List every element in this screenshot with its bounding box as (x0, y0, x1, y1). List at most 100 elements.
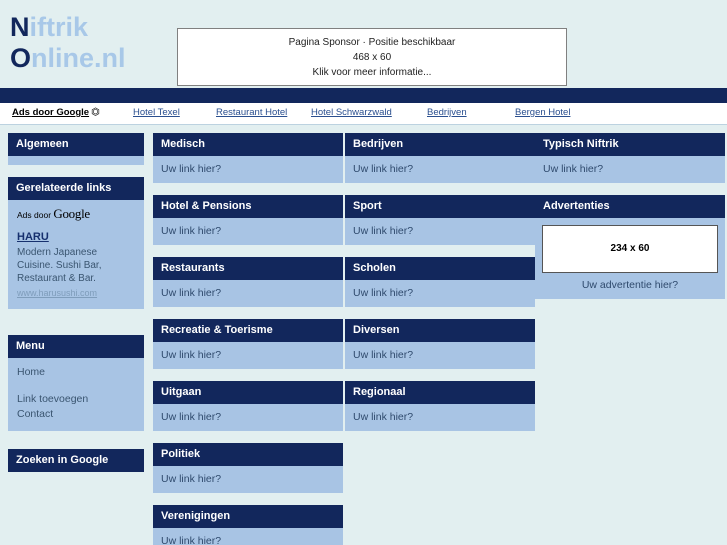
category-panel-sport: Sport Uw link hier? (345, 195, 535, 245)
sidebar-menu-title: Menu (8, 335, 144, 358)
sponsor-line-2: 468 x 60 (352, 51, 392, 63)
sidebar-panel-menu: Menu Home Link toevoegen Contact (8, 335, 144, 431)
menu-item-contact[interactable]: Contact (17, 407, 135, 422)
category-body: Uw link hier? (153, 280, 343, 307)
ad-caption[interactable]: Uw advertentie hier? (542, 273, 718, 292)
external-link-icon: ⏣ (91, 107, 100, 118)
category-title: Diversen (345, 319, 535, 342)
category-link-placeholder[interactable]: Uw link hier? (161, 225, 221, 237)
ad-link-hotel-schwarzwald[interactable]: Hotel Schwarzwald (311, 107, 392, 118)
category-panel-scholen: Scholen Uw link hier? (345, 257, 535, 307)
category-panel-politiek: Politiek Uw link hier? (153, 443, 343, 493)
category-body: Uw link hier? (153, 156, 343, 183)
menu-item-home[interactable]: Home (17, 365, 135, 380)
sidebar-algemeen-body (8, 156, 144, 165)
page-root: Niftrik Online.nl Pagina Sponsor · Posit… (0, 0, 727, 545)
category-panel-restaurants: Restaurants Uw link hier? (153, 257, 343, 307)
category-column-3: Typisch Niftrik Uw link hier? Advertenti… (535, 133, 725, 311)
category-title: Recreatie & Toerisme (153, 319, 343, 342)
google-wordmark: Google (53, 206, 90, 221)
category-body: Uw link hier? (345, 342, 535, 369)
category-panel-diversen: Diversen Uw link hier? (345, 319, 535, 369)
category-title: Uitgaan (153, 381, 343, 404)
category-panel-typisch-niftrik: Typisch Niftrik Uw link hier? (535, 133, 725, 183)
advertenties-body: 234 x 60 Uw advertentie hier? (535, 218, 725, 299)
google-ads-strip: Ads door Google ⏣ Hotel Texel Restaurant … (0, 103, 727, 125)
category-link-placeholder[interactable]: Uw link hier? (353, 287, 413, 299)
logo-line-1: Niftrik (10, 12, 126, 43)
sidebar-gerelateerde-body: Ads door Google HARU Modern Japanese Cui… (8, 200, 144, 309)
sidebar-panel-gerelateerde-links: Gerelateerde links Ads door Google HARU … (8, 177, 144, 309)
category-link-placeholder[interactable]: Uw link hier? (353, 225, 413, 237)
sidebar-ad-desc-line-3: Restaurant & Bar. (17, 273, 96, 284)
sidebar-ad-desc-line-1: Modern Japanese (17, 247, 98, 258)
category-panel-recreatie-toerisme: Recreatie & Toerisme Uw link hier? (153, 319, 343, 369)
ads-by-google-sidebar-label: Ads door Google (17, 206, 135, 221)
category-link-placeholder[interactable]: Uw link hier? (161, 535, 221, 545)
sidebar-algemeen-title: Algemeen (8, 133, 144, 156)
category-title: Politiek (153, 443, 343, 466)
category-link-placeholder[interactable]: Uw link hier? (353, 163, 413, 175)
category-body: Uw link hier? (153, 342, 343, 369)
ad-link-bergen-hotel[interactable]: Bergen Hotel (515, 107, 570, 118)
ad-link-bedrijven[interactable]: Bedrijven (427, 107, 467, 118)
category-link-placeholder[interactable]: Uw link hier? (161, 349, 221, 361)
category-column-1: Medisch Uw link hier? Hotel & Pensions U… (153, 133, 343, 545)
ad-link-hotel-texel[interactable]: Hotel Texel (133, 107, 180, 118)
logo-line-2: Online.nl (10, 43, 126, 74)
sidebar-menu-body: Home Link toevoegen Contact (8, 358, 144, 431)
category-title: Typisch Niftrik (535, 133, 725, 156)
sidebar: Algemeen Gerelateerde links Ads door Goo… (8, 133, 144, 484)
category-link-placeholder[interactable]: Uw link hier? (161, 287, 221, 299)
category-panel-uitgaan: Uitgaan Uw link hier? (153, 381, 343, 431)
sponsor-banner[interactable]: Pagina Sponsor · Positie beschikbaar 468… (177, 28, 567, 86)
ads-by-google-prefix: Ads door (17, 210, 54, 220)
category-body: Uw link hier? (345, 218, 535, 245)
category-body: Uw link hier? (153, 404, 343, 431)
ad-placeholder-234x60[interactable]: 234 x 60 (542, 225, 718, 273)
category-panel-regionaal: Regionaal Uw link hier? (345, 381, 535, 431)
category-body: Uw link hier? (153, 218, 343, 245)
site-logo[interactable]: Niftrik Online.nl (10, 12, 126, 74)
category-title: Bedrijven (345, 133, 535, 156)
category-panel-bedrijven: Bedrijven Uw link hier? (345, 133, 535, 183)
category-body: Uw link hier? (153, 528, 343, 545)
category-title: Medisch (153, 133, 343, 156)
category-link-placeholder[interactable]: Uw link hier? (161, 411, 221, 423)
logo-cap-o: O (10, 43, 32, 73)
menu-spacer (17, 380, 135, 392)
sidebar-ad-url[interactable]: www.harusushi.com (17, 286, 135, 300)
sidebar-gerelateerde-title: Gerelateerde links (8, 177, 144, 200)
category-body: Uw link hier? (535, 156, 725, 183)
category-column-2: Bedrijven Uw link hier? Sport Uw link hi… (345, 133, 535, 443)
logo-rest-2: nline.nl (31, 43, 126, 73)
category-link-placeholder[interactable]: Uw link hier? (161, 473, 221, 485)
site-header: Niftrik Online.nl Pagina Sponsor · Posit… (0, 0, 727, 88)
navigation-bar (0, 88, 727, 103)
menu-item-link-toevoegen[interactable]: Link toevoegen (17, 392, 135, 407)
sponsor-line-3: Klik voor meer informatie... (312, 66, 432, 78)
category-body: Uw link hier? (345, 404, 535, 431)
ads-by-google-label[interactable]: Ads door Google ⏣ (12, 107, 100, 118)
category-panel-hotel-pensions: Hotel & Pensions Uw link hier? (153, 195, 343, 245)
category-title: Sport (345, 195, 535, 218)
category-title: Restaurants (153, 257, 343, 280)
category-link-placeholder[interactable]: Uw link hier? (543, 163, 603, 175)
category-link-placeholder[interactable]: Uw link hier? (353, 411, 413, 423)
category-title: Hotel & Pensions (153, 195, 343, 218)
sidebar-ad-title-haru[interactable]: HARU (17, 230, 135, 245)
sponsor-line-1: Pagina Sponsor · Positie beschikbaar (288, 36, 456, 48)
sidebar-zoeken-title: Zoeken in Google (8, 449, 144, 472)
category-body: Uw link hier? (153, 466, 343, 493)
category-title: Verenigingen (153, 505, 343, 528)
sidebar-ad-desc-line-2: Cuisine. Sushi Bar, (17, 260, 102, 271)
logo-cap-n: N (10, 12, 30, 42)
sidebar-panel-zoeken: Zoeken in Google (8, 449, 144, 472)
category-body: Uw link hier? (345, 280, 535, 307)
sidebar-panel-algemeen: Algemeen (8, 133, 144, 165)
category-link-placeholder[interactable]: Uw link hier? (353, 349, 413, 361)
category-link-placeholder[interactable]: Uw link hier? (161, 163, 221, 175)
category-body: Uw link hier? (345, 156, 535, 183)
category-panel-medisch: Medisch Uw link hier? (153, 133, 343, 183)
ad-link-restaurant-hotel[interactable]: Restaurant Hotel (216, 107, 287, 118)
